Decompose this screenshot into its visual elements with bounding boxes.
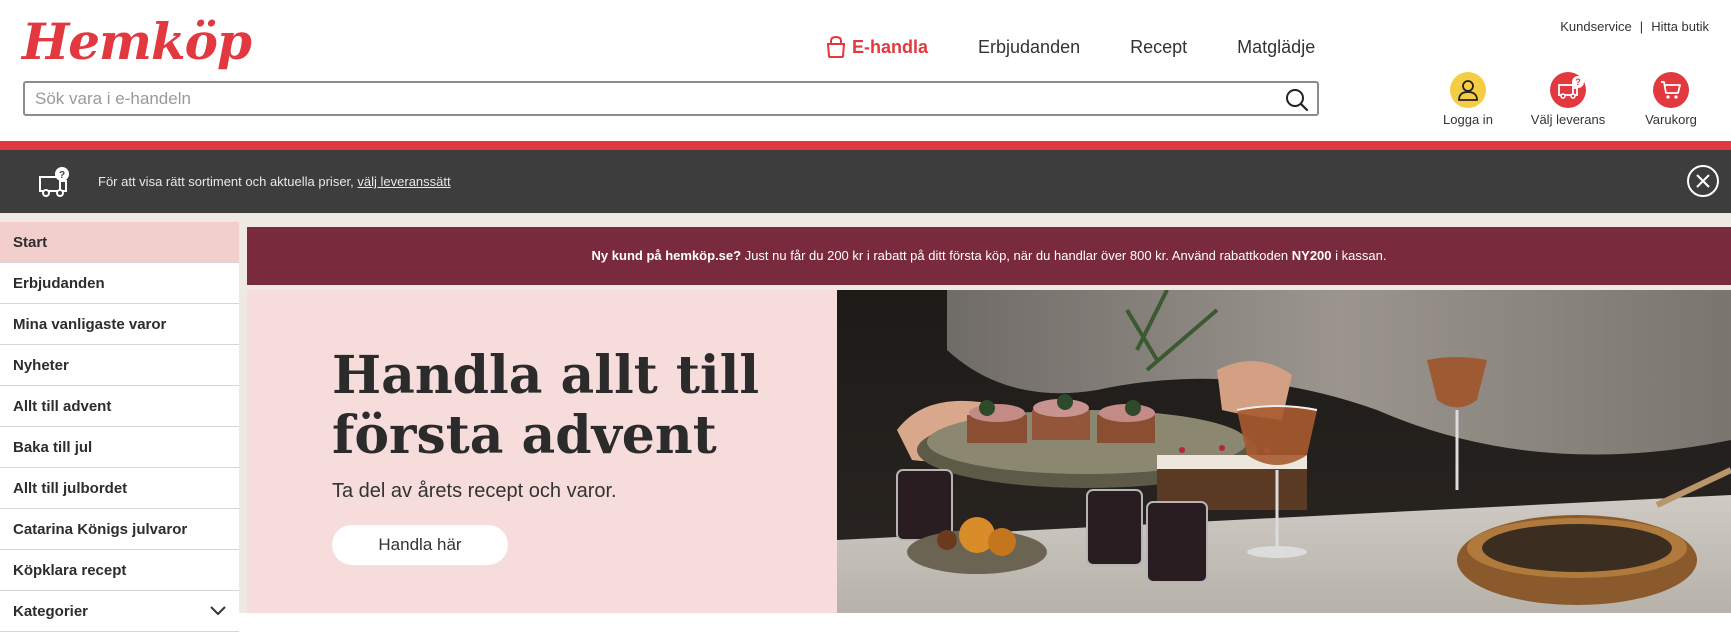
nav-ehandla[interactable]: E-handla bbox=[826, 36, 928, 58]
header-red-strip bbox=[0, 141, 1731, 150]
sidebar-item-label: Kategorier bbox=[13, 602, 89, 620]
main-nav: E-handla Erbjudanden Recept Matglädje bbox=[826, 36, 1315, 58]
sidebar-item-label: Köpklara recept bbox=[13, 561, 127, 579]
top-links-separator: | bbox=[1639, 19, 1644, 34]
nav-matgladje[interactable]: Matglädje bbox=[1237, 37, 1315, 58]
sidebar-item-mina-vanligaste-varor[interactable]: Mina vanligaste varor bbox=[0, 304, 239, 345]
delivery-label: Välj leverans bbox=[1530, 112, 1606, 127]
hero-image[interactable] bbox=[837, 290, 1731, 613]
svg-text:?: ? bbox=[59, 170, 65, 181]
promo-code: NY200 bbox=[1291, 248, 1332, 263]
sidebar: Start Erbjudanden Mina vanligaste varor … bbox=[0, 222, 239, 632]
cart-icon bbox=[1653, 72, 1689, 108]
nav-ehandla-label: E-handla bbox=[852, 36, 929, 57]
hitta-butik-link[interactable]: Hitta butik bbox=[1651, 19, 1709, 34]
sidebar-item-baka-till-jul[interactable]: Baka till jul bbox=[0, 427, 239, 468]
nav-erbjudanden[interactable]: Erbjudanden bbox=[978, 37, 1080, 58]
sidebar-item-label: Baka till jul bbox=[13, 438, 93, 456]
choose-delivery-button[interactable]: ? Välj leverans bbox=[1528, 72, 1608, 127]
delivery-info-message: För att visa rätt sortiment och aktuella… bbox=[98, 174, 354, 189]
cart-button[interactable]: Varukorg bbox=[1636, 72, 1706, 127]
promo-lead: Ny kund på hemköp.se? bbox=[591, 248, 742, 263]
question-badge-icon: ? bbox=[1572, 76, 1584, 88]
sidebar-item-nyheter[interactable]: Nyheter bbox=[0, 345, 239, 386]
site-header: Hemköp Kundservice | Hitta butik E-handl… bbox=[0, 0, 1731, 141]
close-icon[interactable] bbox=[1687, 165, 1719, 197]
hero-subtitle: Ta del av årets recept och varor. bbox=[332, 480, 617, 502]
sidebar-item-kategorier[interactable]: Kategorier bbox=[0, 591, 239, 632]
sidebar-item-allt-till-advent[interactable]: Allt till advent bbox=[0, 386, 239, 427]
login-label: Logga in bbox=[1443, 112, 1493, 127]
chevron-down-icon bbox=[210, 606, 226, 616]
delivery-truck-icon: ? bbox=[39, 167, 69, 197]
hero-title: Handla allt till första advent bbox=[332, 345, 760, 466]
sidebar-item-catarina-konigs-julvaror[interactable]: Catarina Königs julvaror bbox=[0, 509, 239, 550]
sidebar-item-label: Erbjudanden bbox=[13, 274, 105, 292]
login-button[interactable]: Logga in bbox=[1430, 72, 1506, 127]
nav-recept[interactable]: Recept bbox=[1130, 37, 1187, 58]
search-icon[interactable] bbox=[1285, 88, 1309, 112]
sidebar-item-allt-till-julbordet[interactable]: Allt till julbordet bbox=[0, 468, 239, 509]
search-input[interactable] bbox=[35, 88, 1265, 110]
search-box bbox=[23, 81, 1319, 116]
top-links: Kundservice | Hitta butik bbox=[1560, 19, 1709, 34]
cart-label: Varukorg bbox=[1645, 112, 1697, 127]
sidebar-item-label: Mina vanligaste varor bbox=[13, 315, 167, 333]
hero-text-panel: Handla allt till första advent Ta del av… bbox=[247, 290, 837, 613]
sidebar-item-label: Catarina Königs julvaror bbox=[13, 520, 188, 538]
kundservice-link[interactable]: Kundservice bbox=[1560, 19, 1632, 34]
sidebar-item-erbjudanden[interactable]: Erbjudanden bbox=[0, 263, 239, 304]
shopping-bag-icon bbox=[826, 36, 846, 58]
sidebar-item-start[interactable]: Start bbox=[0, 222, 239, 263]
sidebar-item-label: Allt till advent bbox=[13, 397, 112, 415]
promo-tail: i kassan. bbox=[1331, 248, 1387, 263]
new-customer-promo-banner: Ny kund på hemköp.se? Just nu får du 200… bbox=[247, 227, 1731, 285]
user-icon bbox=[1450, 72, 1486, 108]
hemkop-logo[interactable]: Hemköp bbox=[22, 12, 252, 71]
sidebar-item-label: Allt till julbordet bbox=[13, 479, 128, 497]
delivery-truck-icon: ? bbox=[1550, 72, 1586, 108]
delivery-info-bar: ? För att visa rätt sortiment och aktuel… bbox=[0, 150, 1731, 213]
sidebar-item-label: Start bbox=[13, 233, 48, 251]
promo-text: Just nu får du 200 kr i rabatt på ditt f… bbox=[741, 248, 1292, 263]
shop-here-button[interactable]: Handla här bbox=[332, 525, 508, 565]
sidebar-item-kopklara-recept[interactable]: Köpklara recept bbox=[0, 550, 239, 591]
user-actions: Logga in ? Välj leverans Varukorg bbox=[1430, 72, 1720, 127]
delivery-info-text: För att visa rätt sortiment och aktuella… bbox=[98, 174, 451, 189]
choose-delivery-link[interactable]: välj leveranssätt bbox=[357, 174, 450, 189]
sidebar-item-label: Nyheter bbox=[13, 356, 69, 374]
